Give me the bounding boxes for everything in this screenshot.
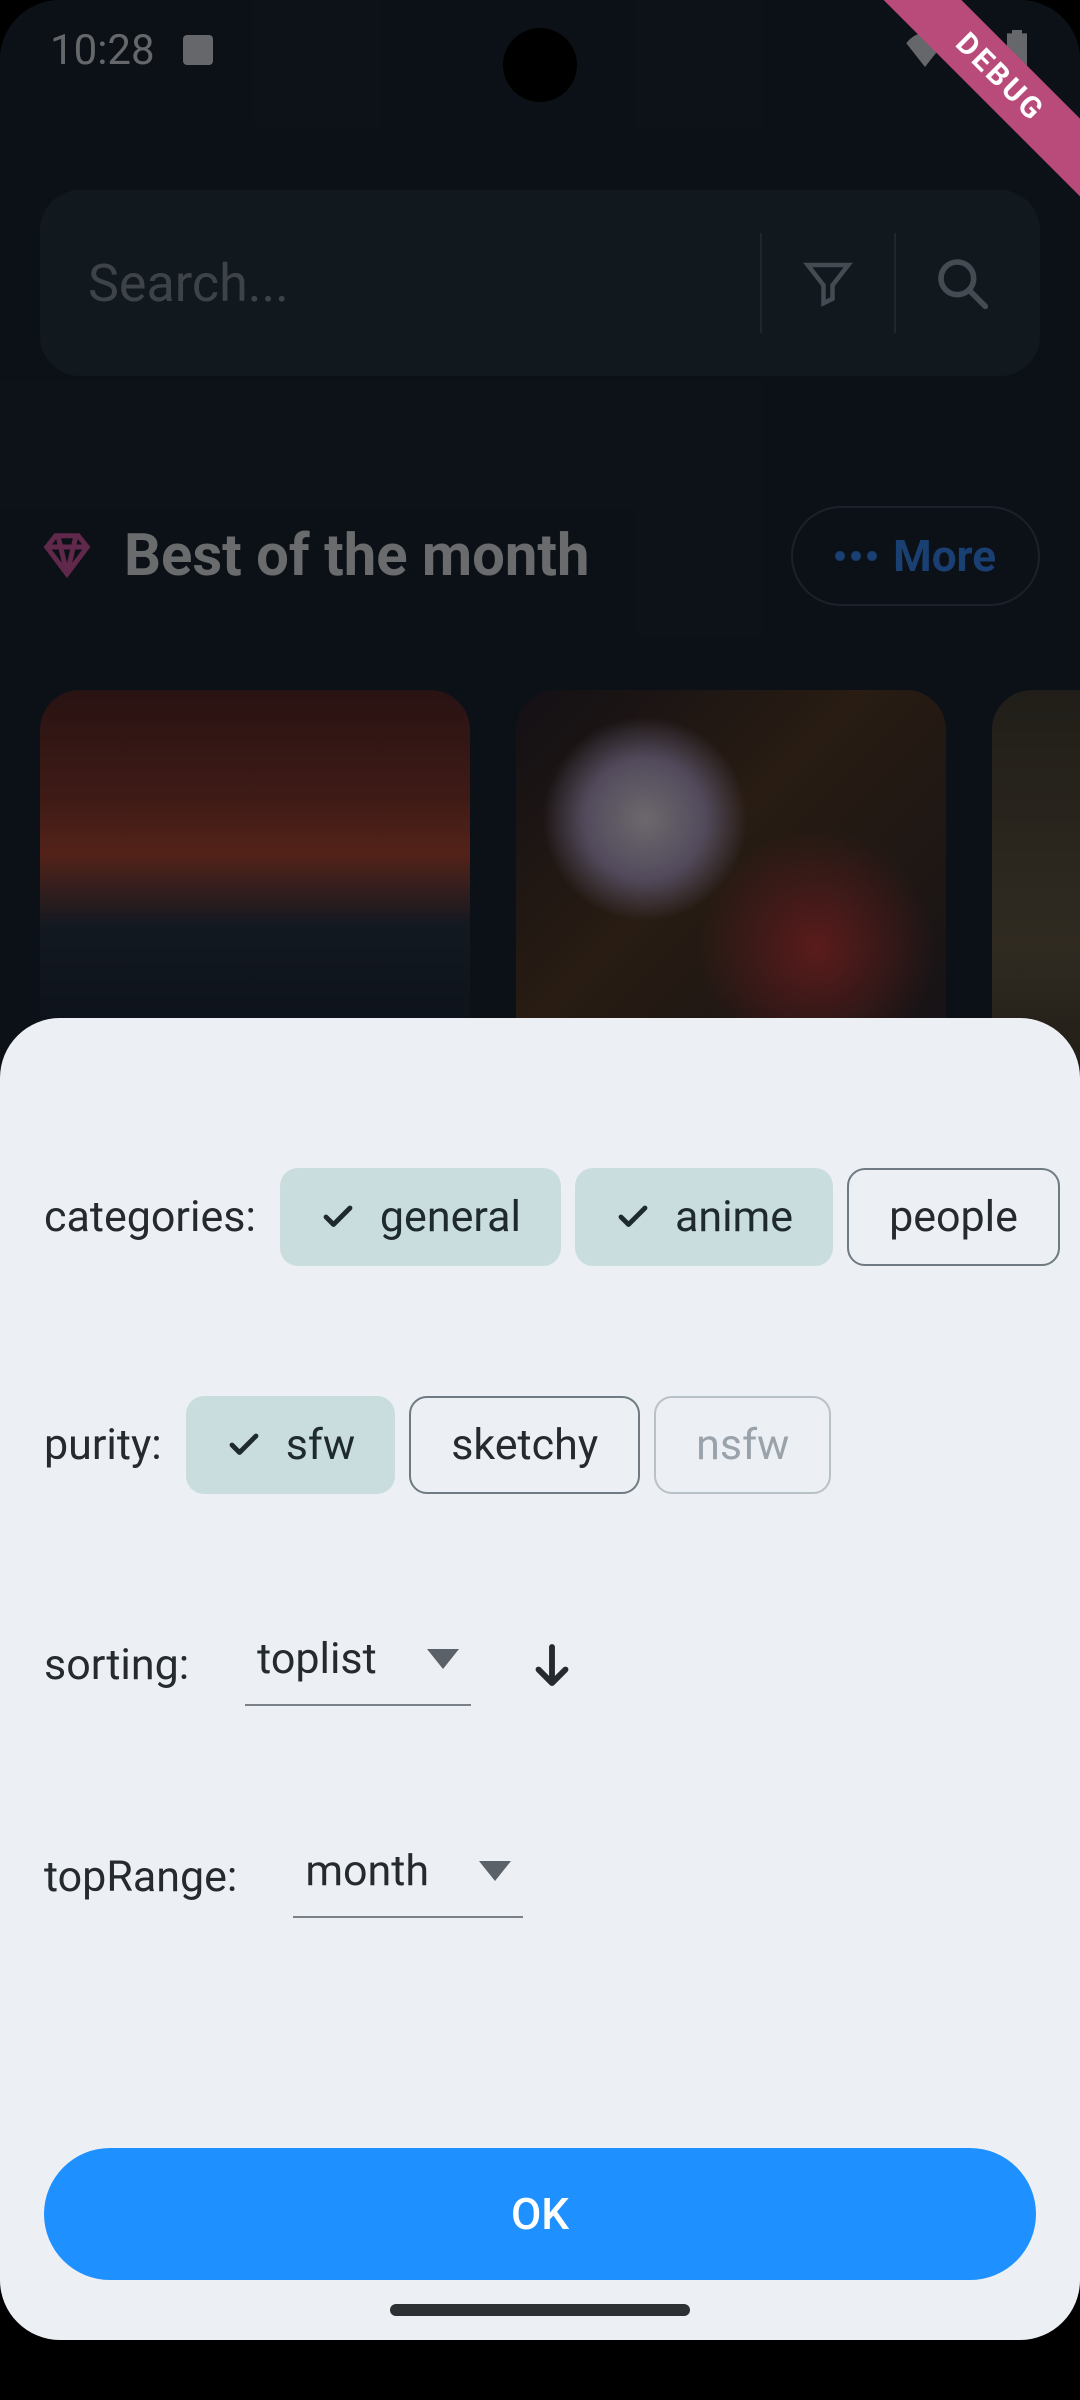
chip-label: sfw	[286, 1420, 355, 1470]
chip-label: nsfw	[696, 1420, 789, 1470]
chip-label: general	[380, 1192, 521, 1242]
sorting-row: sorting: toplist	[44, 1624, 1036, 1706]
purity-row: purity: sfw sketchy nsfw	[44, 1396, 1036, 1494]
sort-direction-button[interactable]	[525, 1638, 579, 1692]
sorting-label: sorting:	[44, 1640, 189, 1690]
categories-label: categories:	[44, 1192, 256, 1242]
nav-handle[interactable]	[390, 2304, 690, 2316]
chip-label: anime	[675, 1192, 793, 1242]
camera-punch-hole	[503, 28, 577, 102]
chevron-down-icon	[427, 1649, 459, 1669]
chip-purity-sfw[interactable]: sfw	[186, 1396, 395, 1494]
chip-label: sketchy	[451, 1420, 598, 1470]
chevron-down-icon	[479, 1861, 511, 1881]
sorting-value: toplist	[257, 1634, 377, 1684]
navigation-bar	[0, 2280, 1080, 2340]
toprange-value: month	[305, 1846, 429, 1896]
chip-purity-nsfw: nsfw	[654, 1396, 831, 1494]
chip-purity-sketchy[interactable]: sketchy	[409, 1396, 640, 1494]
toprange-row: topRange: month	[44, 1836, 1036, 1918]
toprange-label: topRange:	[44, 1852, 237, 1902]
sorting-dropdown[interactable]: toplist	[245, 1624, 471, 1706]
check-icon	[226, 1427, 262, 1463]
check-icon	[320, 1199, 356, 1235]
chip-category-general[interactable]: general	[280, 1168, 561, 1266]
purity-label: purity:	[44, 1420, 162, 1470]
categories-row: categories: general anime people	[44, 1168, 1036, 1266]
chip-category-people[interactable]: people	[847, 1168, 1060, 1266]
check-icon	[615, 1199, 651, 1235]
chip-label: people	[889, 1192, 1018, 1242]
ok-button[interactable]: OK	[44, 2148, 1036, 2280]
filter-bottom-sheet: categories: general anime people purity:	[0, 1018, 1080, 2340]
chip-category-anime[interactable]: anime	[575, 1168, 833, 1266]
toprange-dropdown[interactable]: month	[293, 1836, 523, 1918]
ok-button-label: OK	[511, 2188, 569, 2240]
